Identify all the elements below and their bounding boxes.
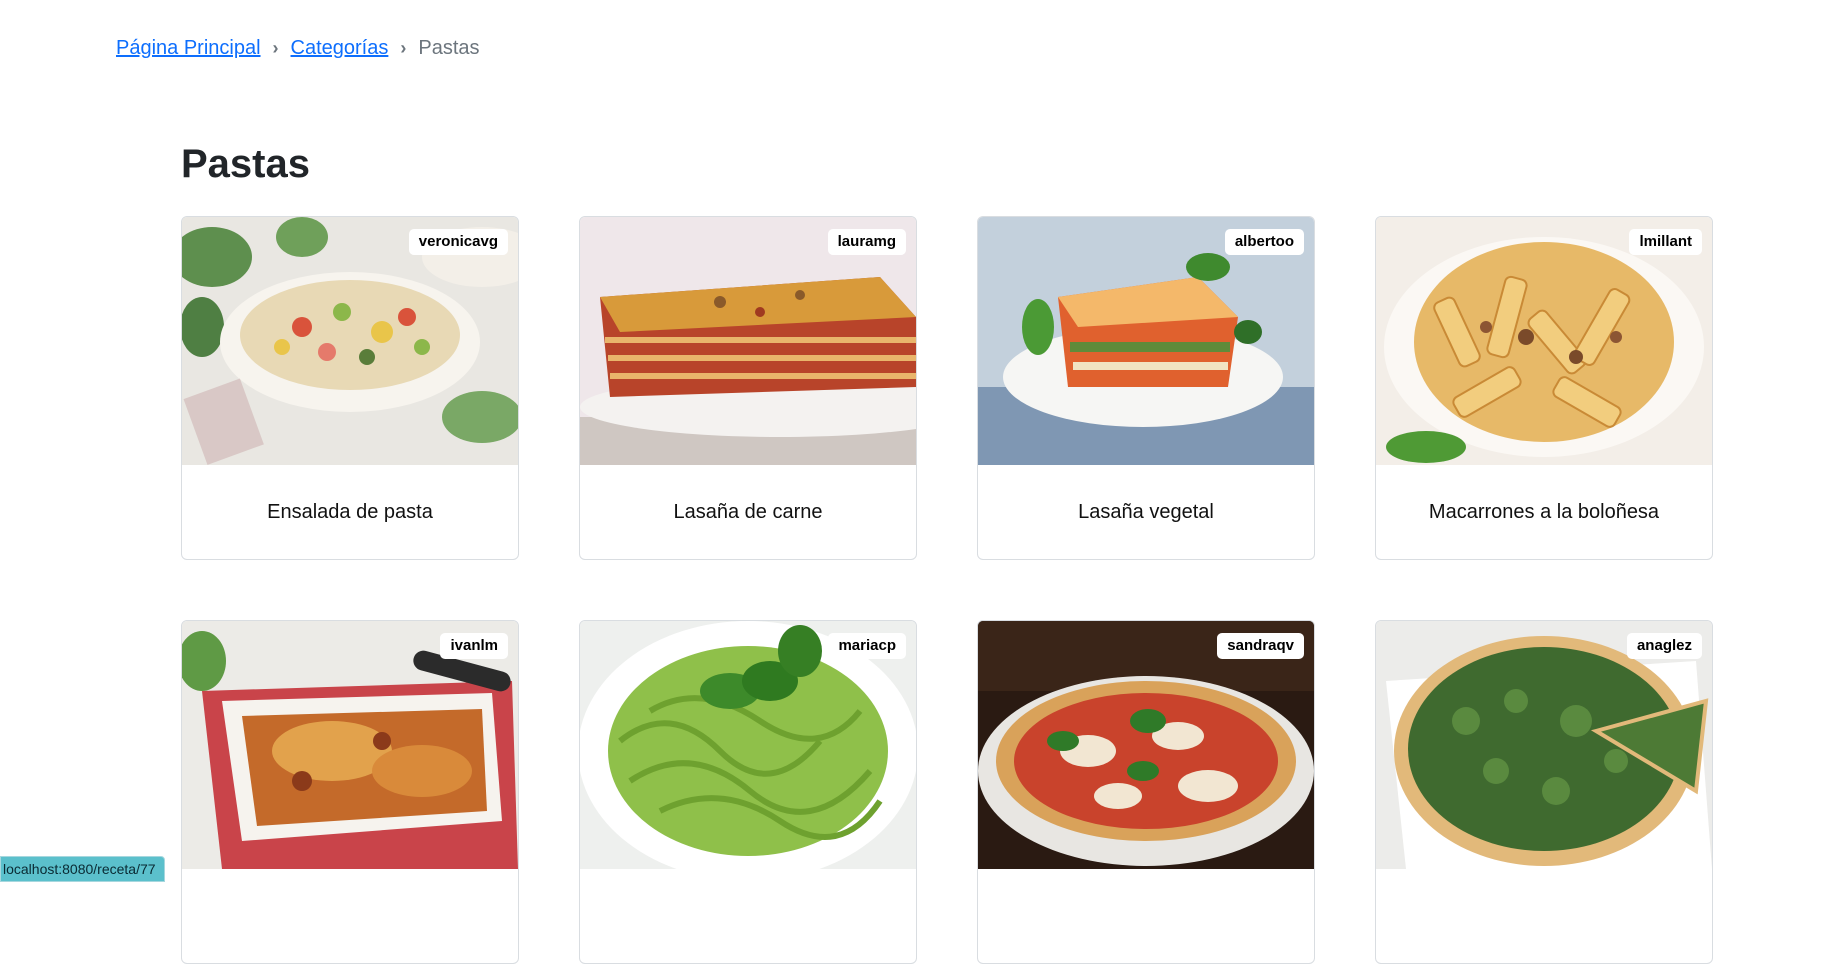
page-title: Pastas	[181, 138, 310, 190]
recipe-image: ivanlm	[182, 621, 518, 869]
author-badge: lmillant	[1629, 229, 1702, 255]
author-badge: veronicavg	[409, 229, 508, 255]
recipe-card[interactable]: sandraqv	[977, 620, 1315, 964]
chevron-right-icon: ›	[261, 34, 291, 62]
recipe-title	[182, 869, 518, 963]
recipe-title: Macarrones a la boloñesa	[1376, 465, 1712, 559]
recipe-title: Lasaña de carne	[580, 465, 916, 559]
chevron-right-icon: ›	[388, 34, 418, 62]
recipe-title: Lasaña vegetal	[978, 465, 1314, 559]
recipe-image: anaglez	[1376, 621, 1712, 869]
author-badge: anaglez	[1627, 633, 1702, 659]
recipe-image: albertoo	[978, 217, 1314, 465]
recipe-title	[978, 869, 1314, 963]
breadcrumb: Página Principal › Categorías › Pastas	[116, 34, 480, 62]
recipe-card[interactable]: lauramg Lasaña de carne	[579, 216, 917, 560]
recipe-card[interactable]: mariacp	[579, 620, 917, 964]
status-bar-url: localhost:8080/receta/77	[0, 856, 165, 882]
recipe-card[interactable]: veronicavg Ensalada de pasta	[181, 216, 519, 560]
breadcrumb-categories-link[interactable]: Categorías	[291, 34, 389, 62]
recipe-title	[1376, 869, 1712, 963]
recipe-grid: veronicavg Ensalada de pasta lauramg Las…	[181, 216, 1713, 964]
recipe-card[interactable]: lmillant Macarrones a la boloñesa	[1375, 216, 1713, 560]
recipe-title: Ensalada de pasta	[182, 465, 518, 559]
breadcrumb-home-link[interactable]: Página Principal	[116, 34, 261, 62]
recipe-card[interactable]: ivanlm	[181, 620, 519, 964]
author-badge: mariacp	[828, 633, 906, 659]
recipe-image: lauramg	[580, 217, 916, 465]
recipe-image: veronicavg	[182, 217, 518, 465]
recipe-title	[580, 869, 916, 963]
breadcrumb-current: Pastas	[418, 34, 479, 62]
author-badge: sandraqv	[1217, 633, 1304, 659]
recipe-image: lmillant	[1376, 217, 1712, 465]
recipe-card[interactable]: anaglez	[1375, 620, 1713, 964]
author-badge: albertoo	[1225, 229, 1304, 255]
recipe-card[interactable]: albertoo Lasaña vegetal	[977, 216, 1315, 560]
recipe-image: sandraqv	[978, 621, 1314, 869]
author-badge: ivanlm	[440, 633, 508, 659]
author-badge: lauramg	[828, 229, 906, 255]
recipe-image: mariacp	[580, 621, 916, 869]
